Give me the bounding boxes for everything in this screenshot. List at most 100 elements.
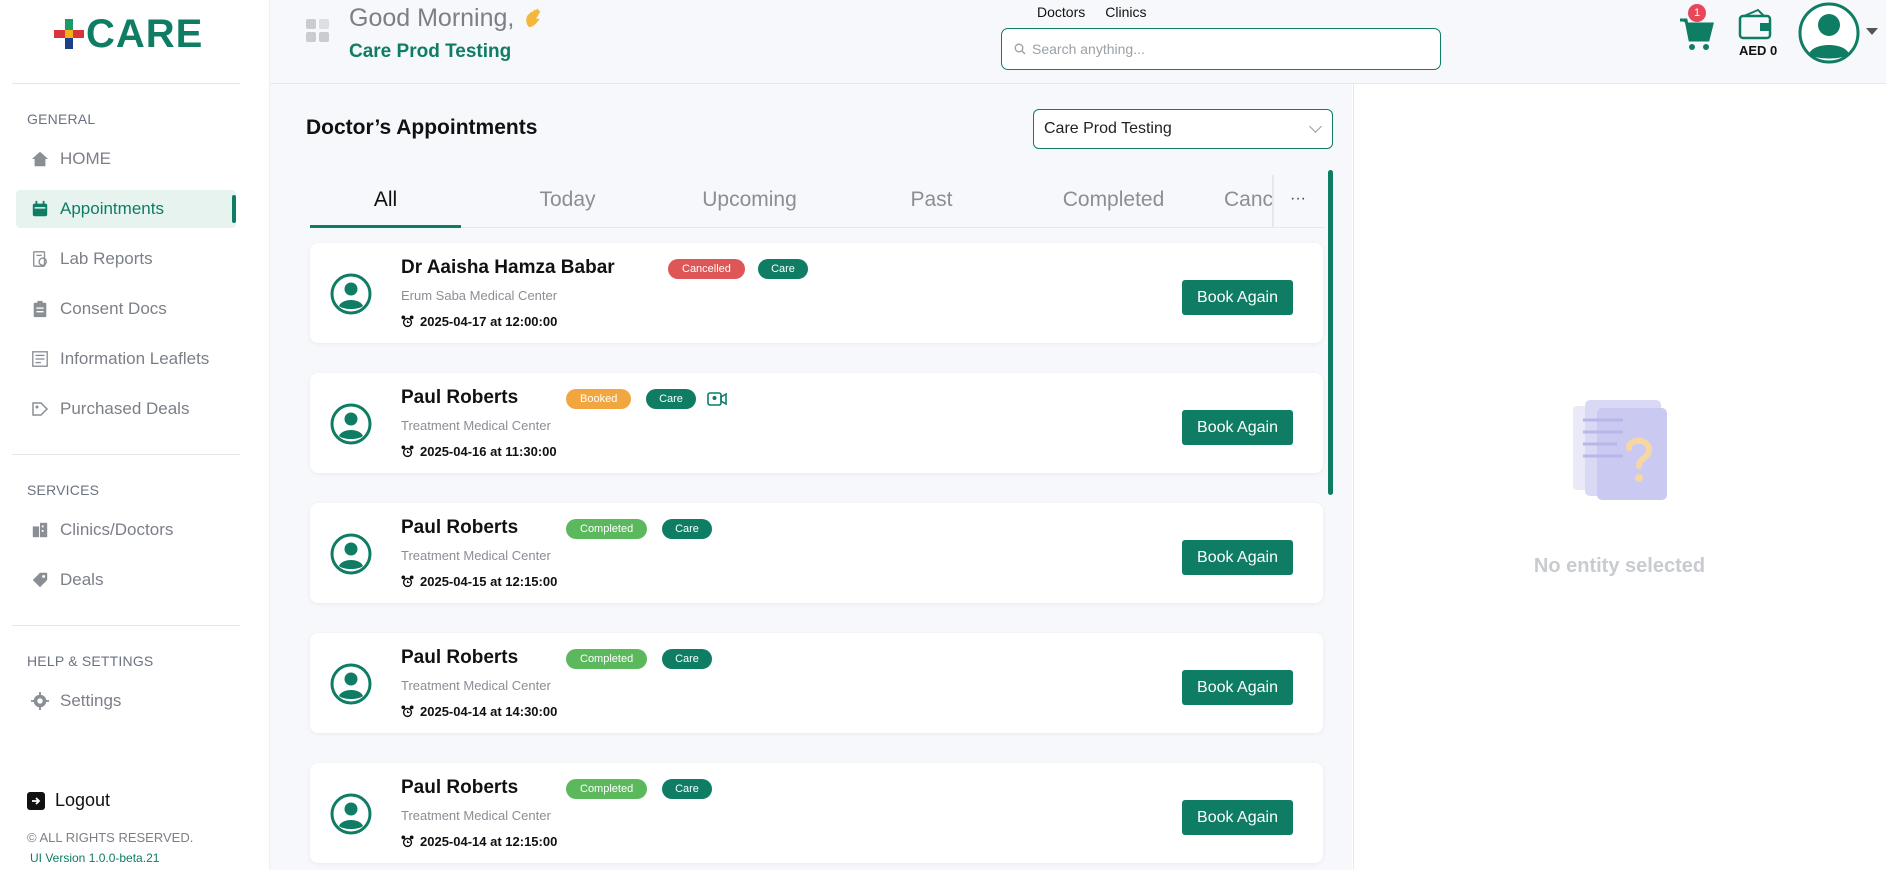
tab-all[interactable]: All <box>310 188 461 212</box>
book-again-button[interactable]: Book Again <box>1182 280 1293 315</box>
care-badge: Care <box>662 649 712 669</box>
tag-icon <box>30 570 50 590</box>
book-again-button[interactable]: Book Again <box>1182 670 1293 705</box>
tab-scroll-divider <box>1272 175 1274 227</box>
sidebar-item-consent-docs[interactable]: Consent Docs <box>16 290 236 328</box>
alarm-clock-icon <box>401 445 414 458</box>
status-badge: Completed <box>566 649 648 669</box>
appointment-datetime: 2025-04-14 at 12:15:00 <box>420 834 558 849</box>
wallet-icon[interactable] <box>1738 8 1772 40</box>
brand-logo[interactable]: CARE <box>54 12 203 56</box>
greeting: Good Morning, <box>349 4 546 33</box>
status-badge: Cancelled <box>668 259 745 279</box>
logo-plus-icon <box>54 19 84 49</box>
appointment-datetime: 2025-04-15 at 12:15:00 <box>420 574 558 589</box>
sidebar-item-appointments[interactable]: Appointments <box>16 190 236 228</box>
appointment-card[interactable]: Paul Roberts Completed Care Treatment Medic… <box>310 503 1323 603</box>
alarm-clock-icon <box>401 835 414 848</box>
sidebar-item-settings[interactable]: Settings <box>16 682 236 720</box>
logout-button[interactable]: Logout <box>27 790 110 811</box>
search-input[interactable] <box>1032 41 1422 57</box>
appointment-card[interactable]: Paul Roberts Booked Care Treatment Medical … <box>310 373 1323 473</box>
search-tab-clinics[interactable]: Clinics <box>1105 4 1146 20</box>
alarm-clock-icon <box>401 315 414 328</box>
building-icon <box>30 520 50 540</box>
sidebar-item-label: HOME <box>60 149 111 168</box>
doctor-avatar-icon <box>330 273 372 315</box>
sidebar-divider <box>12 83 240 84</box>
doctor-avatar-icon <box>330 403 372 445</box>
book-again-button[interactable]: Book Again <box>1182 800 1293 835</box>
sidebar-item-clinics-doctors[interactable]: Clinics/Doctors <box>16 511 236 549</box>
care-badge: Care <box>758 259 808 279</box>
appointment-datetime: 2025-04-17 at 12:00:00 <box>420 314 558 329</box>
appointment-tabs: All Today Upcoming Past Completed Cancel… <box>310 170 1325 228</box>
section-title-general: GENERAL <box>27 111 96 127</box>
appointment-card[interactable]: Paul Roberts Completed Care Treatment Medic… <box>310 763 1323 863</box>
chevron-down-icon <box>1309 120 1322 133</box>
tab-completed[interactable]: Completed <box>1038 188 1189 212</box>
list-scrollbar[interactable] <box>1328 170 1333 495</box>
care-badge: Care <box>662 519 712 539</box>
sidebar-divider <box>12 625 240 626</box>
clinic-name: Treatment Medical Center <box>401 418 551 433</box>
search-box[interactable] <box>1001 28 1441 70</box>
appointment-datetime: 2025-04-16 at 11:30:00 <box>420 444 557 459</box>
apps-grid-icon[interactable] <box>306 19 330 43</box>
appointment-time: 2025-04-15 at 12:15:00 <box>401 574 557 589</box>
cart-count-badge: 1 <box>1688 4 1706 22</box>
user-avatar[interactable] <box>1798 2 1860 64</box>
doctor-avatar-icon <box>330 663 372 705</box>
sidebar-item-label: Appointments <box>60 199 164 218</box>
appointment-card[interactable]: Dr Aaisha Hamza Babar Cancelled Care Erum S… <box>310 243 1323 343</box>
doctor-name: Paul Roberts <box>401 777 519 798</box>
sidebar-item-label: Consent Docs <box>60 299 167 318</box>
purchased-deals-icon <box>30 399 50 419</box>
status-badge: Completed <box>566 519 648 539</box>
home-icon <box>30 149 50 169</box>
tab-today[interactable]: Today <box>492 188 643 212</box>
sidebar-item-label: Purchased Deals <box>60 399 190 418</box>
sidebar-item-information-leaflets[interactable]: Information Leaflets <box>16 340 236 378</box>
doctor-avatar-icon <box>330 533 372 575</box>
empty-state-text: No entity selected <box>1533 555 1706 577</box>
sidebar-item-label: Clinics/Doctors <box>60 520 174 539</box>
empty-document-illustration <box>1573 400 1667 500</box>
logout-label: Logout <box>55 790 111 810</box>
app-root: CARE GENERAL HOME Appointments Lab Repor… <box>0 0 1886 870</box>
alarm-clock-icon <box>401 575 414 588</box>
wallet-balance: AED 0 <box>1739 43 1778 58</box>
sidebar-item-deals[interactable]: Deals <box>16 561 236 599</box>
lab-report-icon <box>30 249 50 269</box>
brand-name: CARE <box>86 11 204 56</box>
tab-past[interactable]: Past <box>856 188 1007 212</box>
section-title-services: SERVICES <box>27 482 100 498</box>
tab-upcoming[interactable]: Upcoming <box>674 188 825 212</box>
clinic-select[interactable]: Care Prod Testing <box>1033 109 1333 149</box>
appointment-time: 2025-04-14 at 12:15:00 <box>401 834 557 849</box>
sidebar-item-purchased-deals[interactable]: Purchased Deals <box>16 390 236 428</box>
book-again-button[interactable]: Book Again <box>1182 540 1293 575</box>
sidebar-item-home[interactable]: HOME <box>16 140 236 178</box>
search-tab-doctors[interactable]: Doctors <box>1037 4 1085 20</box>
sidebar-item-lab-reports[interactable]: Lab Reports <box>16 240 236 278</box>
chevron-down-icon[interactable] <box>1866 28 1878 35</box>
care-badge: Care <box>646 389 696 409</box>
more-tabs-button[interactable]: ··· <box>1290 190 1306 208</box>
active-tab-indicator <box>310 225 461 228</box>
appointment-time: 2025-04-16 at 11:30:00 <box>401 444 557 459</box>
sidebar-item-label: Information Leaflets <box>60 349 210 368</box>
page-title: Doctor’s Appointments <box>306 116 538 139</box>
user-name: Care Prod Testing <box>349 41 512 62</box>
doctor-avatar-icon <box>330 793 372 835</box>
sidebar-item-label: Lab Reports <box>60 249 153 268</box>
sidebar: CARE GENERAL HOME Appointments Lab Repor… <box>0 0 270 870</box>
section-title-help-settings: HELP & SETTINGS <box>27 653 154 669</box>
appointment-card[interactable]: Paul Roberts Completed Care Treatment Medic… <box>310 633 1323 733</box>
doctor-name: Paul Roberts <box>401 647 519 668</box>
appointment-time: 2025-04-14 at 14:30:00 <box>401 704 557 719</box>
appointment-datetime: 2025-04-14 at 14:30:00 <box>420 704 558 719</box>
book-again-button[interactable]: Book Again <box>1182 410 1293 445</box>
tab-cancelled[interactable]: Cancelled <box>1224 188 1272 212</box>
status-badge: Completed <box>566 779 648 799</box>
